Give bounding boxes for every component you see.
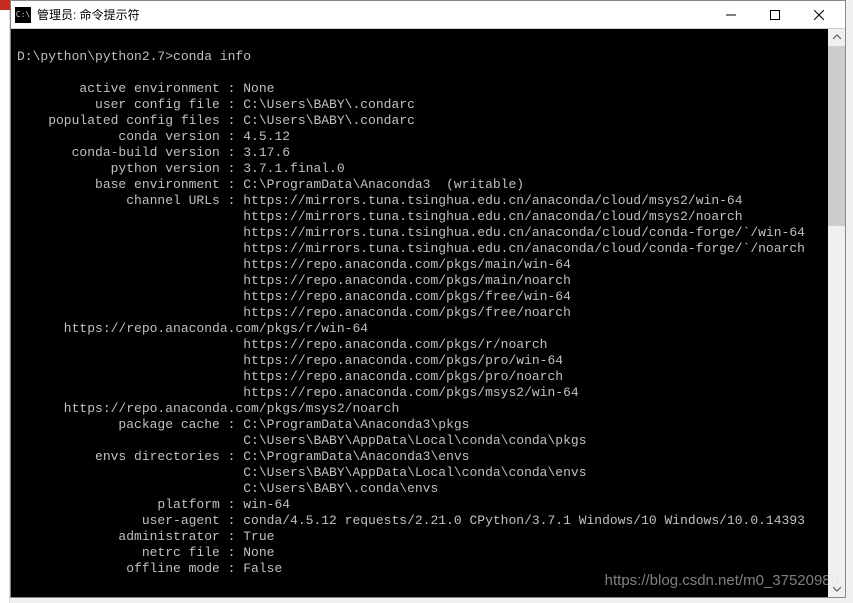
chevron-up-icon	[833, 34, 841, 42]
window-controls	[709, 1, 841, 29]
minimize-button[interactable]	[709, 1, 753, 29]
terminal-client-area: D:\python\python2.7>conda info active en…	[11, 29, 845, 597]
maximize-icon	[770, 10, 780, 20]
close-icon	[814, 10, 824, 20]
close-button[interactable]	[797, 1, 841, 29]
chevron-down-icon	[833, 585, 841, 593]
minimize-icon	[726, 10, 736, 20]
scroll-up-button[interactable]	[828, 29, 845, 46]
terminal-output[interactable]: D:\python\python2.7>conda info active en…	[11, 29, 828, 597]
scroll-thumb[interactable]	[828, 46, 845, 226]
background-red-corner	[0, 0, 10, 10]
window-title: 管理员: 命令提示符	[37, 6, 709, 23]
background-window-sliver	[0, 0, 10, 603]
cmd-window: C:\ 管理员: 命令提示符 D:\python\python2.7>conda…	[10, 0, 846, 598]
vertical-scrollbar[interactable]	[828, 29, 845, 597]
cmd-icon: C:\	[15, 7, 31, 23]
scroll-down-button[interactable]	[828, 580, 845, 597]
titlebar[interactable]: C:\ 管理员: 命令提示符	[11, 1, 845, 29]
maximize-button[interactable]	[753, 1, 797, 29]
